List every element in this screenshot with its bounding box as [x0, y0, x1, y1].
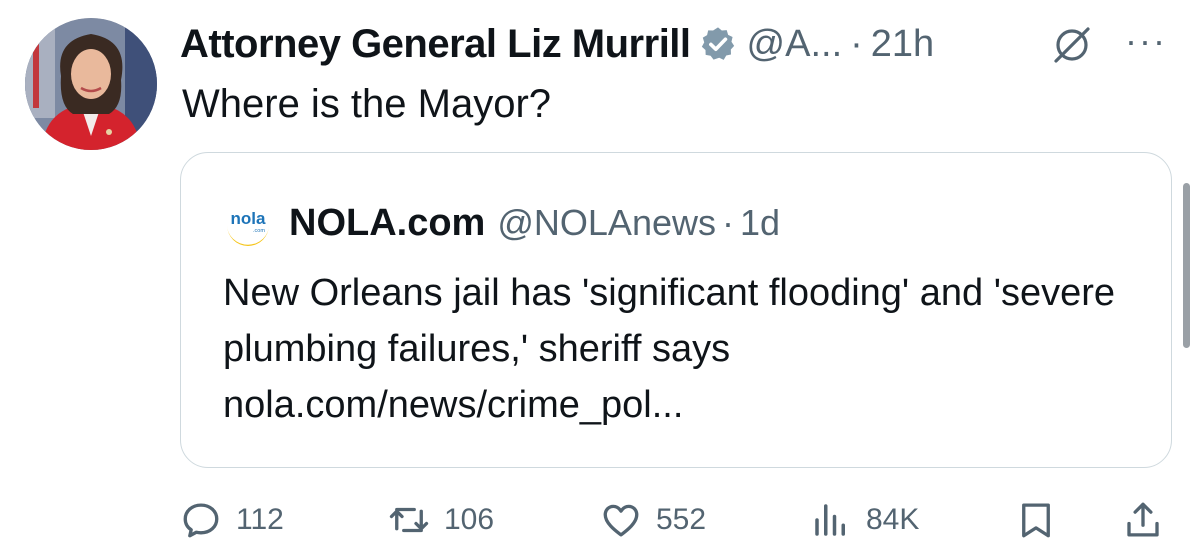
bookmark-button[interactable]: [1015, 492, 1071, 548]
quoted-tweet-header: nola .com NOLA.com @NOLAnews · 1d: [223, 198, 780, 248]
nola-logo-text: nola: [231, 209, 266, 228]
verified-badge-icon[interactable]: [699, 25, 737, 63]
views-icon: [815, 504, 845, 536]
quoted-author-handle[interactable]: @NOLAnews: [497, 202, 716, 244]
author-avatar[interactable]: [25, 18, 157, 150]
action-bar: 112 106 552 84K: [180, 492, 1180, 548]
quoted-separator-dot: ·: [721, 202, 734, 243]
nola-logo-subtext: .com: [253, 228, 265, 234]
repost-button[interactable]: 106: [388, 492, 494, 548]
views-button[interactable]: 84K: [810, 492, 919, 548]
repost-icon: [389, 507, 429, 533]
grok-icon[interactable]: [1050, 23, 1094, 67]
quoted-author-name[interactable]: NOLA.com: [289, 202, 485, 245]
reply-button[interactable]: 112: [180, 492, 284, 548]
quoted-tweet[interactable]: nola .com NOLA.com @NOLAnews · 1d New Or…: [180, 152, 1172, 468]
author-handle[interactable]: @A...: [747, 23, 843, 66]
like-button[interactable]: 552: [600, 492, 706, 548]
scrollbar[interactable]: [1183, 183, 1190, 348]
reply-count: 112: [236, 503, 284, 536]
quoted-time[interactable]: 1d: [740, 202, 780, 244]
bookmark-icon: [1022, 503, 1050, 538]
separator-dot: ·: [850, 22, 863, 65]
reply-icon: [183, 503, 219, 538]
author-name[interactable]: Attorney General Liz Murrill: [180, 22, 691, 67]
tweet-header: Attorney General Liz Murrill @A... · 21h: [180, 12, 934, 76]
quoted-tweet-text: New Orleans jail has 'significant floodi…: [223, 272, 1116, 426]
tweet-text: Where is the Mayor?: [182, 82, 552, 126]
share-button[interactable]: [1122, 492, 1178, 548]
tweet-time[interactable]: 21h: [871, 23, 934, 66]
heart-icon: [603, 504, 639, 537]
like-count: 552: [656, 503, 707, 536]
views-count: 84K: [866, 503, 920, 536]
repost-count: 106: [444, 503, 495, 536]
more-options-icon[interactable]: ···: [1125, 20, 1167, 62]
share-icon: [1127, 502, 1159, 537]
nola-logo-avatar[interactable]: nola .com: [223, 198, 273, 248]
